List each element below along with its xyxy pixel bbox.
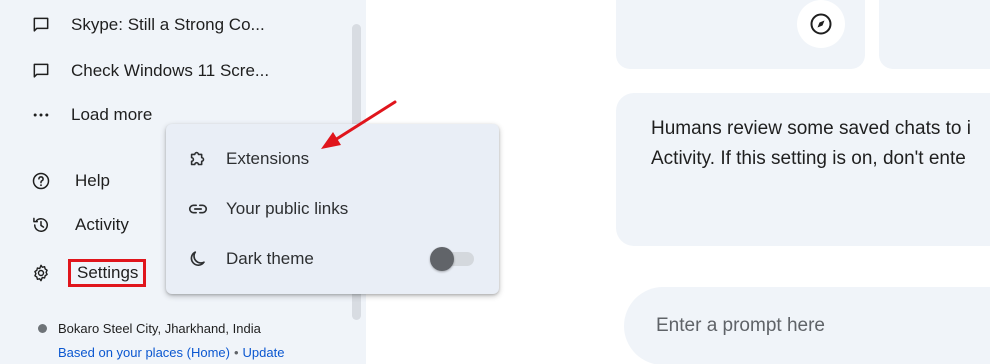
dark-theme-toggle[interactable] bbox=[428, 247, 476, 271]
load-more-label: Load more bbox=[71, 105, 153, 124]
menu-item-extensions[interactable]: Extensions bbox=[166, 136, 499, 182]
recent-chat-item[interactable]: Check Windows 11 Scre... bbox=[30, 60, 269, 82]
settings-menu: Extensions Your public links Dark theme bbox=[166, 124, 499, 294]
link-separator: • bbox=[233, 345, 239, 360]
chat-bubble-icon bbox=[30, 60, 52, 82]
help-icon bbox=[30, 170, 52, 192]
sidebar-item-label: Help bbox=[75, 171, 110, 190]
recent-chat-label: Skype: Still a Strong Co... bbox=[71, 15, 265, 34]
prompt-box bbox=[624, 287, 990, 364]
history-icon bbox=[30, 214, 52, 236]
privacy-notice-line: Humans review some saved chats to i bbox=[651, 118, 971, 139]
chat-bubble-icon bbox=[30, 14, 52, 36]
menu-item-label: Your public links bbox=[226, 199, 349, 218]
toggle-knob bbox=[430, 247, 454, 271]
load-more-button[interactable]: Load more bbox=[30, 104, 152, 126]
sidebar-item-activity[interactable]: Activity bbox=[30, 214, 129, 236]
location-text: Bokaro Steel City, Jharkhand, India bbox=[38, 321, 261, 336]
sidebar-item-label: Activity bbox=[75, 215, 129, 234]
recent-chat-label: Check Windows 11 Scre... bbox=[71, 61, 270, 80]
sidebar-item-label: Settings bbox=[68, 259, 147, 287]
location-links: Based on your places (Home) • Update bbox=[58, 345, 284, 360]
privacy-notice-line: Activity. If this setting is on, don't e… bbox=[651, 148, 966, 169]
link-icon bbox=[186, 197, 210, 221]
sidebar-item-help[interactable]: Help bbox=[30, 170, 110, 192]
menu-item-label: Dark theme bbox=[226, 249, 314, 268]
moon-icon bbox=[186, 247, 210, 271]
location-place: Bokaro Steel City, Jharkhand, India bbox=[58, 321, 261, 336]
puzzle-icon bbox=[186, 147, 210, 171]
sidebar-item-settings[interactable]: Settings bbox=[30, 259, 147, 287]
compass-icon[interactable] bbox=[797, 0, 845, 48]
suggestion-card[interactable] bbox=[879, 0, 990, 69]
privacy-notice-text: Humans review some saved chats to i Acti… bbox=[651, 114, 990, 174]
menu-item-dark-theme[interactable]: Dark theme bbox=[166, 236, 499, 282]
recent-chat-item[interactable]: Skype: Still a Strong Co... bbox=[30, 14, 265, 36]
gear-icon bbox=[30, 262, 52, 284]
location-dot-icon bbox=[38, 324, 47, 333]
update-location-link[interactable]: Update bbox=[243, 345, 285, 360]
places-source-link[interactable]: Based on your places (Home) bbox=[58, 345, 230, 360]
prompt-input[interactable] bbox=[656, 311, 990, 341]
menu-item-label: Extensions bbox=[226, 149, 310, 168]
menu-item-public-links[interactable]: Your public links bbox=[166, 186, 499, 232]
privacy-notice-card: Humans review some saved chats to i Acti… bbox=[616, 93, 990, 246]
more-horiz-icon bbox=[30, 104, 52, 126]
